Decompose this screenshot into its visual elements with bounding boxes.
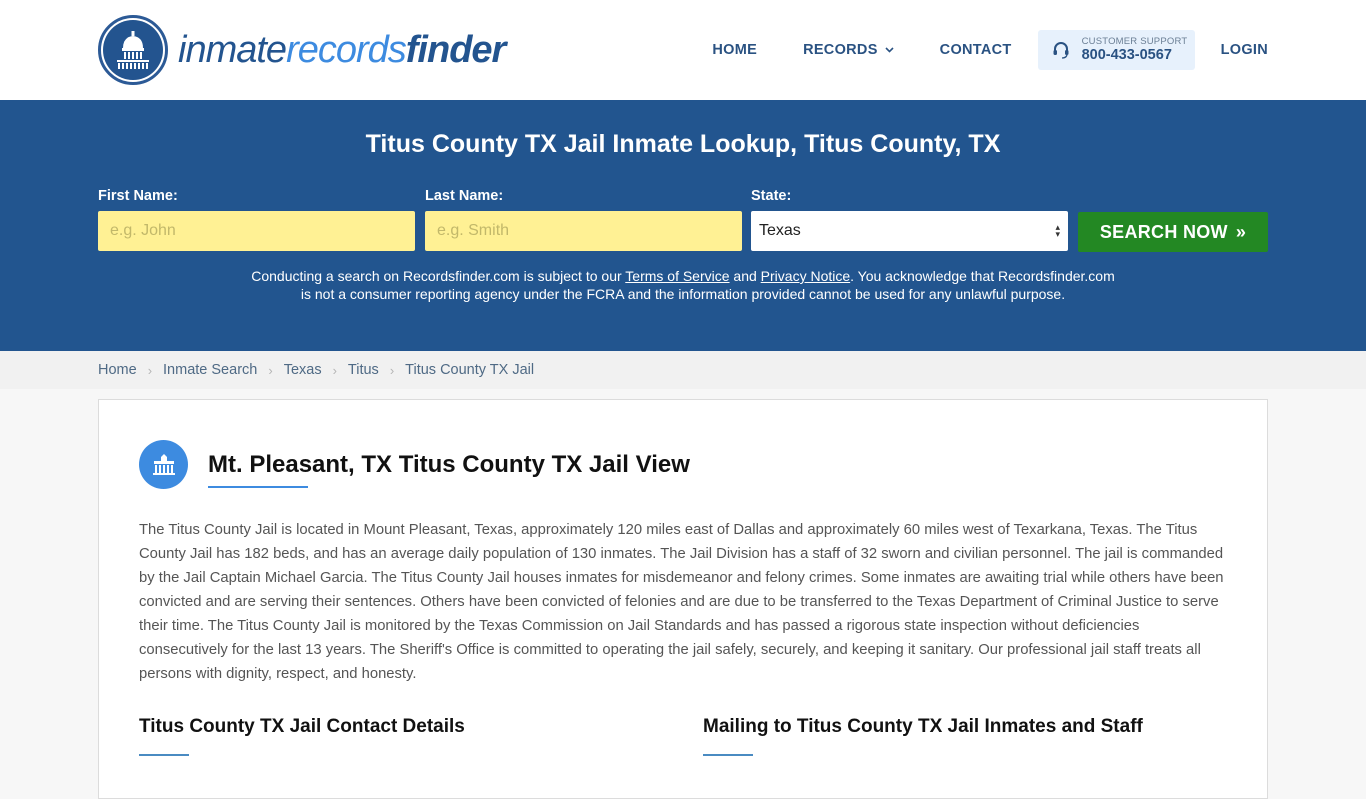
double-chevron-right-icon: » <box>1235 221 1247 242</box>
privacy-notice-link[interactable]: Privacy Notice <box>761 268 850 284</box>
support-phone-number: 800-433-0567 <box>1081 47 1172 63</box>
contact-heading-divider <box>139 754 189 756</box>
logo-word-records: records <box>286 28 407 71</box>
breadcrumb-texas[interactable]: Texas <box>284 362 322 378</box>
chevron-right-icon: › <box>147 362 153 378</box>
title-underline-divider <box>208 486 308 488</box>
main-nav: HOME RECORDS CONTACT CUSTOMER SUPPORT 80… <box>712 30 1268 70</box>
logo-word-finder: finder <box>405 28 507 71</box>
search-now-button[interactable]: SEARCH NOW » <box>1078 212 1268 252</box>
nav-contact[interactable]: CONTACT <box>940 42 1012 58</box>
first-name-label: First Name: <box>98 188 178 204</box>
state-select[interactable]: Texas ▴ ▾ <box>751 211 1068 251</box>
mailing-heading: Mailing to Titus County TX Jail Inmates … <box>703 716 1143 737</box>
nav-records-label: RECORDS <box>803 42 878 58</box>
page-title: Titus County TX Jail Inmate Lookup, Titu… <box>365 130 1001 158</box>
mailing-heading-divider <box>703 754 753 756</box>
chevron-down-icon <box>885 45 894 56</box>
nav-login[interactable]: LOGIN <box>1221 42 1268 58</box>
breadcrumb-home[interactable]: Home <box>98 362 137 378</box>
first-name-input[interactable] <box>98 211 415 251</box>
breadcrumb-current: Titus County TX Jail <box>405 362 535 378</box>
jail-description: The Titus County Jail is located in Moun… <box>139 522 1224 682</box>
headset-icon <box>1053 42 1069 59</box>
breadcrumb: Home › Inmate Search › Texas › Titus › T… <box>0 351 1366 389</box>
logo-word-inmate: inmate <box>178 28 287 71</box>
jail-view-title: Mt. Pleasant, TX Titus County TX Jail Vi… <box>208 450 690 478</box>
first-name-group: First Name: <box>98 188 415 251</box>
chevron-right-icon: › <box>332 362 337 378</box>
last-name-input[interactable] <box>425 211 742 251</box>
disclaimer-text-2: and <box>729 268 761 284</box>
search-hero: Titus County TX Jail Inmate Lookup, Titu… <box>0 100 1366 351</box>
logo-wordmark: inmaterecordsfinder <box>178 28 507 72</box>
state-label: State: <box>751 188 792 204</box>
last-name-group: Last Name: <box>425 188 742 251</box>
support-label: CUSTOMER SUPPORT <box>1081 36 1188 47</box>
site-header: inmaterecordsfinder HOME RECORDS CONTACT… <box>0 0 1366 100</box>
nav-records-dropdown[interactable]: RECORDS <box>803 42 894 58</box>
jail-building-icon <box>139 440 188 489</box>
jail-info-card: Mt. Pleasant, TX Titus County TX Jail Vi… <box>98 399 1268 799</box>
last-name-label: Last Name: <box>425 188 504 204</box>
nav-home[interactable]: HOME <box>712 42 757 58</box>
terms-of-service-link[interactable]: Terms of Service <box>625 268 729 284</box>
site-logo[interactable]: inmaterecordsfinder <box>98 15 507 85</box>
state-selected-value: Texas <box>759 222 801 239</box>
customer-support-phone[interactable]: CUSTOMER SUPPORT 800-433-0567 <box>1037 30 1195 70</box>
search-disclaimer: Conducting a search on Recordsfinder.com… <box>250 267 1116 303</box>
chevron-right-icon: › <box>389 362 395 378</box>
breadcrumb-titus[interactable]: Titus <box>348 362 379 378</box>
select-updown-icon: ▴ ▾ <box>1055 222 1060 239</box>
chevron-right-icon: › <box>268 362 273 378</box>
breadcrumb-inmate-search[interactable]: Inmate Search <box>163 362 257 378</box>
search-button-label: SEARCH NOW <box>1099 221 1228 242</box>
state-group: State: Texas ▴ ▾ <box>751 188 1068 251</box>
contact-details-heading: Titus County TX Jail Contact Details <box>139 716 465 737</box>
card-header: Mt. Pleasant, TX Titus County TX Jail Vi… <box>139 440 690 489</box>
disclaimer-text-1: Conducting a search on Recordsfinder.com… <box>251 268 626 284</box>
capitol-logo-icon <box>98 15 168 85</box>
